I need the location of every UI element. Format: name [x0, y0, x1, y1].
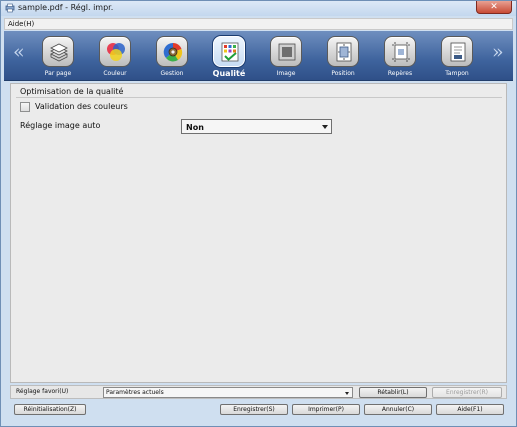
quality-grid-check-icon [213, 36, 245, 67]
tab-label: Gestion [160, 70, 184, 77]
cancel-button[interactable]: Annuler(C) [364, 404, 432, 415]
printer-app-icon [5, 3, 15, 13]
quality-settings-panel: Optimisation de la qualité Validation de… [10, 83, 507, 383]
tab-tampon[interactable]: Tampon [435, 34, 479, 79]
title-bar[interactable]: sample.pdf - Régl. impr. ✕ [1, 1, 516, 16]
tab-position[interactable]: Position [321, 34, 365, 79]
chevron-down-icon [345, 392, 349, 395]
group-title: Optimisation de la qualité [20, 87, 124, 96]
validation-label[interactable]: Validation des couleurs [35, 102, 128, 111]
scroll-right-arrow-icon[interactable]: » [492, 42, 504, 62]
tab-par-page[interactable]: Par page [36, 34, 80, 79]
tab-label: Qualité [212, 69, 246, 78]
position-page-icon [327, 36, 359, 67]
image-square-icon [270, 36, 302, 67]
auto-image-label: Réglage image auto [20, 121, 101, 130]
validation-checkbox[interactable] [20, 102, 30, 112]
tab-label: Position [331, 70, 355, 77]
register-button[interactable]: Enregistrer(R) [432, 387, 502, 398]
tab-label: Tampon [445, 70, 469, 77]
print-settings-window: sample.pdf - Régl. impr. ✕ Aide(H) « Par… [0, 0, 517, 427]
chevron-down-icon [322, 125, 328, 129]
tab-gestion[interactable]: Gestion [150, 34, 194, 79]
tab-label: Image [276, 70, 296, 77]
tab-reperes[interactable]: Repères [378, 34, 422, 79]
tab-image[interactable]: Image [264, 34, 308, 79]
help-button[interactable]: Aide(F1) [436, 404, 504, 415]
tab-couleur[interactable]: Couleur [93, 34, 137, 79]
settings-toolbar: « Par page Couleur Gestion Qualité Image… [4, 31, 513, 81]
group-divider [16, 97, 502, 98]
color-circles-icon [99, 36, 131, 67]
save-button[interactable]: Enregistrer(S) [220, 404, 288, 415]
tab-label: Couleur [103, 70, 127, 77]
tab-label: Repères [387, 70, 413, 77]
restore-button[interactable]: Rétablir(L) [359, 387, 427, 398]
crop-marks-icon [384, 36, 416, 67]
menu-bar: Aide(H) [4, 18, 513, 30]
auto-image-value: Non [186, 123, 204, 132]
print-button[interactable]: Imprimer(P) [292, 404, 360, 415]
tab-qualite[interactable]: Qualité [207, 34, 251, 79]
favorite-select[interactable]: Paramètres actuels [103, 387, 353, 398]
stack-paper-icon [42, 36, 74, 67]
auto-image-select[interactable]: Non [181, 119, 332, 134]
tab-label: Par page [44, 70, 72, 77]
color-wheel-gear-icon [156, 36, 188, 67]
scroll-left-arrow-icon[interactable]: « [13, 42, 25, 62]
favorite-label: Réglage favori(U) [16, 388, 69, 395]
reset-button[interactable]: Réinitialisation(Z) [14, 404, 86, 415]
window-title: sample.pdf - Régl. impr. [18, 3, 114, 12]
menu-help[interactable]: Aide(H) [8, 20, 34, 28]
close-button[interactable]: ✕ [476, 1, 512, 14]
stamp-page-icon [441, 36, 473, 67]
favorite-value: Paramètres actuels [106, 389, 164, 396]
favorite-settings-row: Réglage favori(U) Paramètres actuels Rét… [10, 385, 507, 399]
